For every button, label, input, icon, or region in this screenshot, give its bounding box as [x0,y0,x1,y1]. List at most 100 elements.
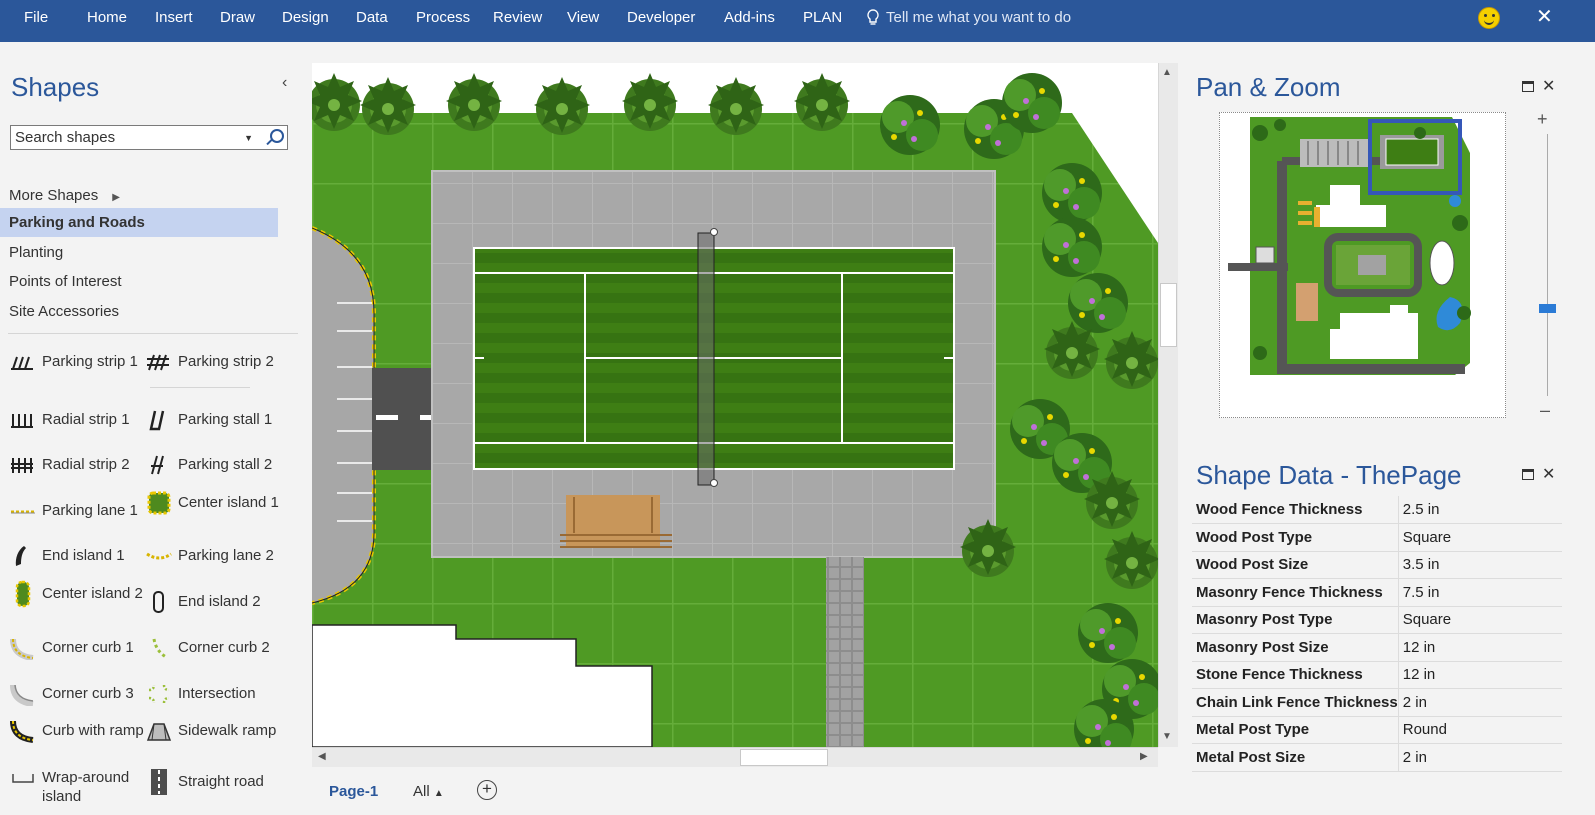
property-value[interactable]: 2 in [1398,688,1562,717]
maximize-icon[interactable] [1522,80,1534,92]
master-corner-curb-3[interactable]: Corner curb 3 [10,682,144,706]
tell-me-box[interactable]: Tell me what you want to do [866,0,1071,36]
tab-file[interactable]: File [24,0,48,36]
tell-me-text: Tell me what you want to do [886,9,1072,26]
scroll-up-icon[interactable]: ▲ [1162,67,1172,78]
tab-design[interactable]: Design [282,0,329,36]
all-pages-menu[interactable]: All ▲ [413,783,444,800]
table-row[interactable]: Masonry Post Size 12 in [1192,633,1562,662]
table-row[interactable]: Wood Post Type Square [1192,523,1562,552]
parking-strip-icon [146,350,172,374]
stencil-parking-and-roads[interactable]: Parking and Roads [0,208,278,237]
tab-plan[interactable]: PLAN [803,0,842,36]
property-name: Wood Fence Thickness [1192,496,1399,524]
maximize-icon[interactable] [1522,468,1534,480]
master-corner-curb-1[interactable]: Corner curb 1 [10,636,144,660]
master-wrap-around-island[interactable]: Wrap-around island [10,766,144,806]
tab-data[interactable]: Data [356,0,388,36]
add-page-icon[interactable]: + [477,780,497,800]
page-tab-page-1[interactable]: Page-1 [329,783,378,800]
close-icon[interactable]: ✕ [1542,464,1555,484]
vertical-scrollbar[interactable]: ▲ ▼ [1158,63,1178,747]
table-row[interactable]: Wood Fence Thickness 2.5 in [1192,496,1562,524]
table-row[interactable]: Metal Post Type Round [1192,716,1562,744]
tab-add-ins[interactable]: Add-ins [724,0,775,36]
master-parking-strip-2[interactable]: Parking strip 2 [146,350,280,374]
tab-process[interactable]: Process [416,0,470,36]
search-shapes-box[interactable]: Search shapes ▼ [10,125,288,150]
dropdown-arrow-icon[interactable]: ▼ [244,133,253,143]
pan-zoom-preview[interactable] [1219,112,1506,418]
zoom-slider-thumb[interactable] [1539,304,1556,313]
tab-home[interactable]: Home [87,0,127,36]
property-value[interactable]: 3.5 in [1398,551,1562,579]
more-shapes-menu[interactable]: More Shapes ▶ [0,181,120,210]
feedback-smiley-icon[interactable] [1478,7,1500,29]
tab-draw[interactable]: Draw [220,0,255,36]
table-row[interactable]: Wood Post Size 3.5 in [1192,551,1562,579]
stencil-planting[interactable]: Planting [0,238,63,267]
vertical-scroll-thumb[interactable] [1160,283,1177,347]
master-center-island-2[interactable]: Center island 2 [10,580,144,608]
zoom-in-icon[interactable]: + [1537,109,1548,130]
close-icon[interactable]: ✕ [1542,76,1555,96]
master-parking-lane-2[interactable]: Parking lane 2 [146,544,280,568]
master-sidewalk-ramp[interactable]: Sidewalk ramp [146,719,280,743]
master-corner-curb-2[interactable]: Corner curb 2 [146,636,280,660]
horizontal-scroll-thumb[interactable] [740,749,828,766]
master-curb-with-ramp[interactable]: Curb with ramp [10,719,144,743]
radial-strip-icon [10,408,36,432]
stencil-points-of-interest[interactable]: Points of Interest [0,267,122,296]
horizontal-scrollbar[interactable]: ◀ ▶ [312,747,1158,767]
table-row[interactable]: Metal Post Size 2 in [1192,743,1562,772]
tab-developer[interactable]: Developer [627,0,695,36]
scroll-right-icon[interactable]: ▶ [1140,751,1148,762]
master-parking-stall-2[interactable]: Parking stall 2 [146,453,280,477]
tab-view[interactable]: View [567,0,599,36]
right-panels: Pan & Zoom ✕ + – Shape Data - ThePage ✕ … [1182,42,1595,815]
property-value[interactable]: Square [1398,523,1562,552]
straight-road-icon [146,769,172,795]
master-parking-stall-1[interactable]: Parking stall 1 [146,408,280,432]
master-straight-road[interactable]: Straight road [146,769,280,795]
zoom-slider-track[interactable] [1547,134,1548,396]
master-end-island-2[interactable]: End island 2 [146,590,280,614]
property-name: Masonry Post Size [1192,633,1399,662]
caret-up-icon: ▲ [433,788,444,799]
collapse-panel-icon[interactable]: ‹ [282,74,287,92]
search-shapes-input[interactable]: Search shapes [15,129,244,146]
search-icon[interactable] [265,128,284,147]
master-radial-strip-2[interactable]: Radial strip 2 [10,453,144,477]
wrap-around-island-icon [10,766,36,790]
sidewalk-ramp-icon [146,719,172,743]
property-value[interactable]: Square [1398,606,1562,634]
close-icon[interactable]: ✕ [1536,4,1553,29]
stencil-site-accessories[interactable]: Site Accessories [0,297,119,326]
scroll-left-icon[interactable]: ◀ [318,751,326,762]
zoom-out-icon[interactable]: – [1540,400,1550,421]
table-row[interactable]: Stone Fence Thickness 12 in [1192,661,1562,689]
corner-curb-icon [146,636,172,660]
property-value[interactable]: 12 in [1398,661,1562,689]
master-center-island-1[interactable]: Center island 1 [146,491,280,515]
tab-insert[interactable]: Insert [155,0,193,36]
property-name: Wood Post Size [1192,551,1399,579]
property-value[interactable]: 2 in [1398,743,1562,772]
table-row[interactable]: Masonry Fence Thickness 7.5 in [1192,578,1562,607]
master-parking-lane-1[interactable]: Parking lane 1 [10,499,144,523]
table-row[interactable]: Chain Link Fence Thickness 2 in [1192,688,1562,717]
property-value[interactable]: 7.5 in [1398,578,1562,607]
master-intersection[interactable]: Intersection [146,682,280,706]
curb-ramp-icon [10,719,36,743]
master-end-island-1[interactable]: End island 1 [10,544,144,568]
property-value[interactable]: 12 in [1398,633,1562,662]
drawing-canvas[interactable] [312,63,1158,747]
property-name: Wood Post Type [1192,523,1399,552]
scroll-down-icon[interactable]: ▼ [1162,731,1172,742]
property-value[interactable]: Round [1398,716,1562,744]
property-value[interactable]: 2.5 in [1398,496,1562,524]
master-parking-strip-1[interactable]: Parking strip 1 [10,350,144,374]
tab-review[interactable]: Review [493,0,542,36]
master-radial-strip-1[interactable]: Radial strip 1 [10,408,144,432]
table-row[interactable]: Masonry Post Type Square [1192,606,1562,634]
